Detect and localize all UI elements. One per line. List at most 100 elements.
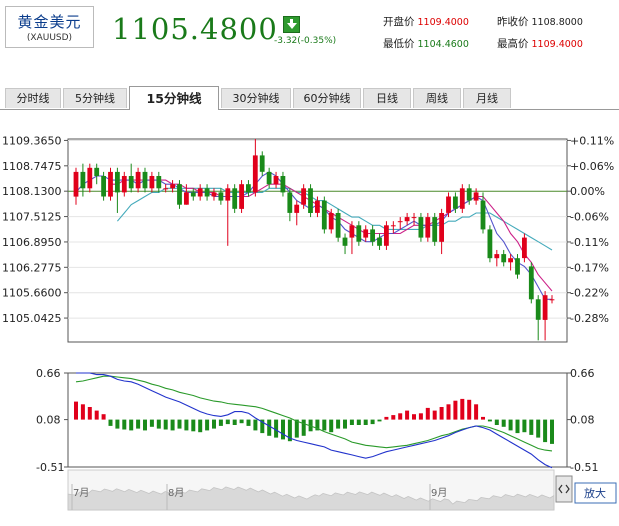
candle-body (370, 229, 375, 242)
candle-body (418, 217, 424, 238)
candle-body (425, 217, 431, 238)
stat-high: 最高价 1109.4000 (497, 36, 583, 51)
macd-bar (343, 419, 347, 429)
candle-body (211, 192, 217, 197)
macd-bar (218, 419, 223, 426)
stat-open: 开盘价 1109.4000 (383, 14, 469, 29)
candle-body (473, 192, 479, 201)
macd-bar (267, 419, 272, 436)
macd-bar (467, 399, 472, 420)
candle-body (501, 254, 507, 263)
current-price: 1105.4800 (112, 12, 278, 46)
candle-body (535, 299, 541, 320)
macd-bar (301, 419, 306, 436)
macd-bar (550, 419, 554, 444)
stat-value: 1108.8000 (531, 17, 583, 28)
macd-bar (274, 419, 279, 438)
macd-tick-right: 0.08 (570, 414, 595, 427)
macd-bar (246, 419, 251, 426)
candle-body (301, 188, 306, 205)
candle-body (349, 225, 355, 238)
macd-bar (87, 407, 92, 420)
macd-bar (336, 419, 341, 429)
tab-daily[interactable]: 日线 (363, 88, 411, 108)
macd-tick-left: -0.51 (36, 461, 64, 474)
macd-tick-left: 0.08 (36, 414, 61, 427)
candle-body (328, 213, 334, 230)
price-panel-frame (67, 138, 568, 343)
macd-tick-left: 0.66 (36, 367, 61, 380)
candle-body (384, 225, 389, 246)
candle-body (252, 155, 258, 193)
macd-bar (412, 414, 416, 420)
candle-body (335, 213, 341, 238)
macd-bar (232, 419, 237, 425)
stat-value: 1109.4000 (531, 39, 583, 50)
tab-5min[interactable]: 5分钟线 (63, 88, 127, 108)
macd-bar (349, 419, 354, 425)
macd-bar (356, 419, 361, 425)
y-tick-label-right: 0.00% (570, 185, 605, 198)
candle-body (446, 196, 451, 213)
candle-body (308, 188, 313, 213)
macd-bar (225, 419, 230, 425)
macd-bar (322, 419, 327, 431)
candle-body (480, 200, 486, 230)
macd-bar (418, 413, 423, 420)
candle-body (522, 237, 527, 259)
macd-bar (281, 419, 285, 440)
macd-panel-frame (67, 372, 568, 468)
y-tick-label-right: -0.28% (570, 312, 609, 325)
ma5-line (75, 171, 552, 300)
candle-body (259, 155, 265, 172)
macd-bar (391, 415, 396, 420)
candle-body (549, 299, 555, 301)
price-chart[interactable]: 1109.3650 +0.11% 1108.7475 +0.06% 1108.1300 0… (0, 0, 619, 526)
tab-60min[interactable]: 60分钟线 (293, 88, 361, 108)
y-tick-label-left: 1109.3650 (2, 134, 62, 147)
macd-bar (260, 419, 265, 434)
macd-bar (80, 404, 85, 420)
ma20-line (116, 187, 553, 251)
tab-30min[interactable]: 30分钟线 (221, 88, 291, 108)
stat-value: 1109.4000 (417, 17, 469, 28)
macd-bar (398, 413, 403, 420)
tab-intraday[interactable]: 分时线 (5, 88, 61, 108)
candle-body (177, 184, 182, 205)
candle-body (184, 192, 189, 205)
macd-bar (143, 419, 147, 431)
macd-bar (74, 401, 78, 420)
tab-15min[interactable]: 15分钟线 (129, 86, 219, 110)
y-tick-label-right: +0.06% (570, 160, 614, 173)
timeframe-tabs: 分时线 5分钟线 15分钟线 30分钟线 60分钟线 日线 周线 月线 (0, 86, 619, 110)
macd-bar (287, 419, 292, 442)
stat-value: 1104.4600 (417, 39, 469, 50)
candle-body (149, 176, 155, 189)
candle-body (542, 295, 548, 320)
macd-bar (212, 419, 216, 429)
stat-label: 最高价 (497, 38, 529, 50)
macd-bar (177, 419, 182, 429)
macd-bar (108, 419, 113, 426)
tab-monthly[interactable]: 月线 (463, 88, 511, 108)
candle-body (377, 237, 382, 246)
candle-body (266, 171, 272, 185)
macd-bar (474, 404, 479, 420)
macd-bar (508, 419, 513, 431)
candle-body (204, 188, 210, 197)
macd-dif-line (76, 372, 553, 469)
macd-bar (122, 419, 127, 430)
stat-prev-close: 昨收价 1108.8000 (497, 14, 583, 29)
macd-bar (487, 419, 492, 422)
tab-weekly[interactable]: 周线 (413, 88, 461, 108)
candle-body (342, 237, 348, 246)
macd-bar (405, 410, 410, 420)
y-tick-label-left: 1108.1300 (2, 185, 62, 198)
macd-bar (453, 400, 458, 420)
navigator-area (67, 486, 555, 511)
candle-body (80, 171, 86, 189)
zoom-button-label[interactable]: 放大 (584, 486, 606, 500)
candle-body (170, 184, 175, 189)
macd-bar (198, 419, 203, 433)
y-tick-label-left: 1106.8950 (2, 236, 62, 249)
